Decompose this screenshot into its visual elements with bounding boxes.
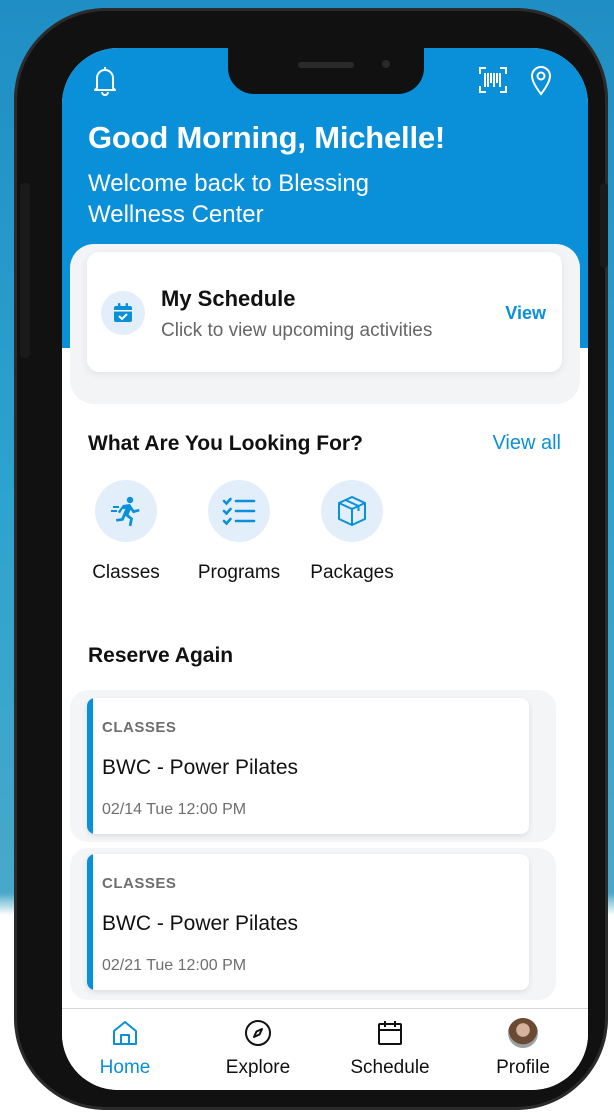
reservation-card[interactable]: CLASSES BWC - Power Pilates 02/21 Tue 12… [87, 854, 529, 990]
home-icon [70, 1017, 180, 1049]
tab-schedule[interactable]: Schedule [335, 1017, 445, 1079]
running-person-icon [95, 480, 157, 542]
category-label: Programs [197, 562, 281, 583]
reservation-tag: CLASSES [102, 719, 177, 736]
category-programs[interactable]: Programs [189, 480, 289, 584]
tab-label: Schedule [350, 1057, 430, 1078]
phone-notch [228, 48, 424, 94]
looking-for-title: What Are You Looking For? [88, 432, 363, 455]
barcode-scan-icon[interactable] [478, 66, 508, 99]
calendar-check-icon [101, 291, 145, 335]
tab-label: Profile [496, 1057, 550, 1078]
accent-bar [87, 698, 93, 834]
accent-bar [87, 854, 93, 990]
view-all-link[interactable]: View all [492, 432, 561, 455]
location-pin-icon[interactable] [529, 64, 553, 101]
category-label: Classes [92, 562, 160, 583]
schedule-title: My Schedule [161, 286, 296, 311]
bottom-tab-bar: Home Explore Schedule Profile [62, 1008, 588, 1090]
compass-icon [203, 1017, 313, 1049]
tab-label: Home [99, 1057, 151, 1078]
my-schedule-card[interactable]: My Schedule Click to view upcoming activ… [87, 252, 562, 372]
reserve-again-title: Reserve Again [88, 644, 234, 667]
side-button-left [20, 183, 30, 358]
tab-profile[interactable]: Profile [468, 1017, 578, 1079]
category-label: Packages [310, 562, 394, 583]
side-button-right [600, 183, 608, 268]
reservation-date: 02/21 Tue 12:00 PM [102, 957, 247, 974]
camera [382, 60, 390, 68]
speaker [298, 62, 354, 68]
category-packages[interactable]: Packages [302, 480, 402, 584]
checklist-icon [208, 480, 270, 542]
reservation-name: BWC - Power Pilates [102, 912, 299, 935]
tab-explore[interactable]: Explore [203, 1017, 313, 1079]
profile-avatar-wrap [468, 1017, 578, 1049]
package-box-icon [321, 480, 383, 542]
tab-home[interactable]: Home [70, 1017, 180, 1079]
phone-frame: Good Morning, Michelle! Welcome back to … [14, 8, 608, 1110]
schedule-subtitle: Click to view upcoming activities [161, 320, 433, 341]
schedule-view-link[interactable]: View [505, 303, 546, 324]
reservation-card[interactable]: CLASSES BWC - Power Pilates 02/14 Tue 12… [87, 698, 529, 834]
greeting-title: Good Morning, Michelle! [88, 120, 446, 155]
reservation-tag: CLASSES [102, 875, 177, 892]
bell-icon[interactable] [92, 64, 118, 101]
calendar-icon [335, 1017, 445, 1049]
app-screen: Good Morning, Michelle! Welcome back to … [62, 48, 588, 1090]
welcome-subtitle: Welcome back to Blessing Wellness Center [88, 170, 370, 228]
reservation-name: BWC - Power Pilates [102, 756, 299, 779]
category-classes[interactable]: Classes [76, 480, 176, 584]
reservation-date: 02/14 Tue 12:00 PM [102, 801, 247, 818]
tab-label: Explore [225, 1057, 291, 1078]
avatar [508, 1018, 538, 1048]
